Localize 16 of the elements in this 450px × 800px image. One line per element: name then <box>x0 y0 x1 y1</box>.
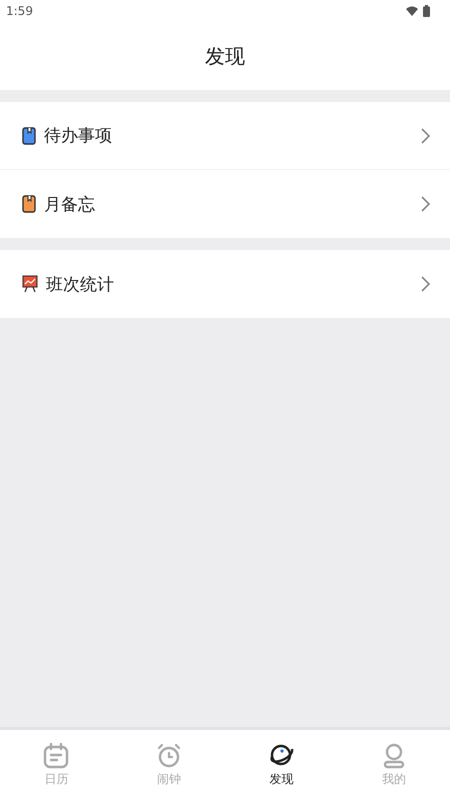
alarm-clock-icon <box>156 742 182 768</box>
list-item[interactable]: 班次统计 <box>0 250 450 318</box>
book-icon <box>22 126 36 144</box>
chevron-right-icon <box>421 276 430 292</box>
nav-tab[interactable]: 发现 <box>225 730 338 800</box>
list-item[interactable]: 待办事项 <box>0 102 450 170</box>
book-icon <box>22 195 36 213</box>
chart-board-icon <box>22 275 38 293</box>
chevron-right-icon <box>421 196 430 212</box>
calendar-icon <box>43 742 70 768</box>
battery-icon <box>423 5 430 17</box>
status-time: 1:59 <box>6 4 33 18</box>
list-item[interactable]: 月备忘 <box>0 170 450 238</box>
chevron-right-icon <box>421 128 430 144</box>
page-title: 发现 <box>205 42 245 70</box>
wifi-icon <box>406 6 418 16</box>
